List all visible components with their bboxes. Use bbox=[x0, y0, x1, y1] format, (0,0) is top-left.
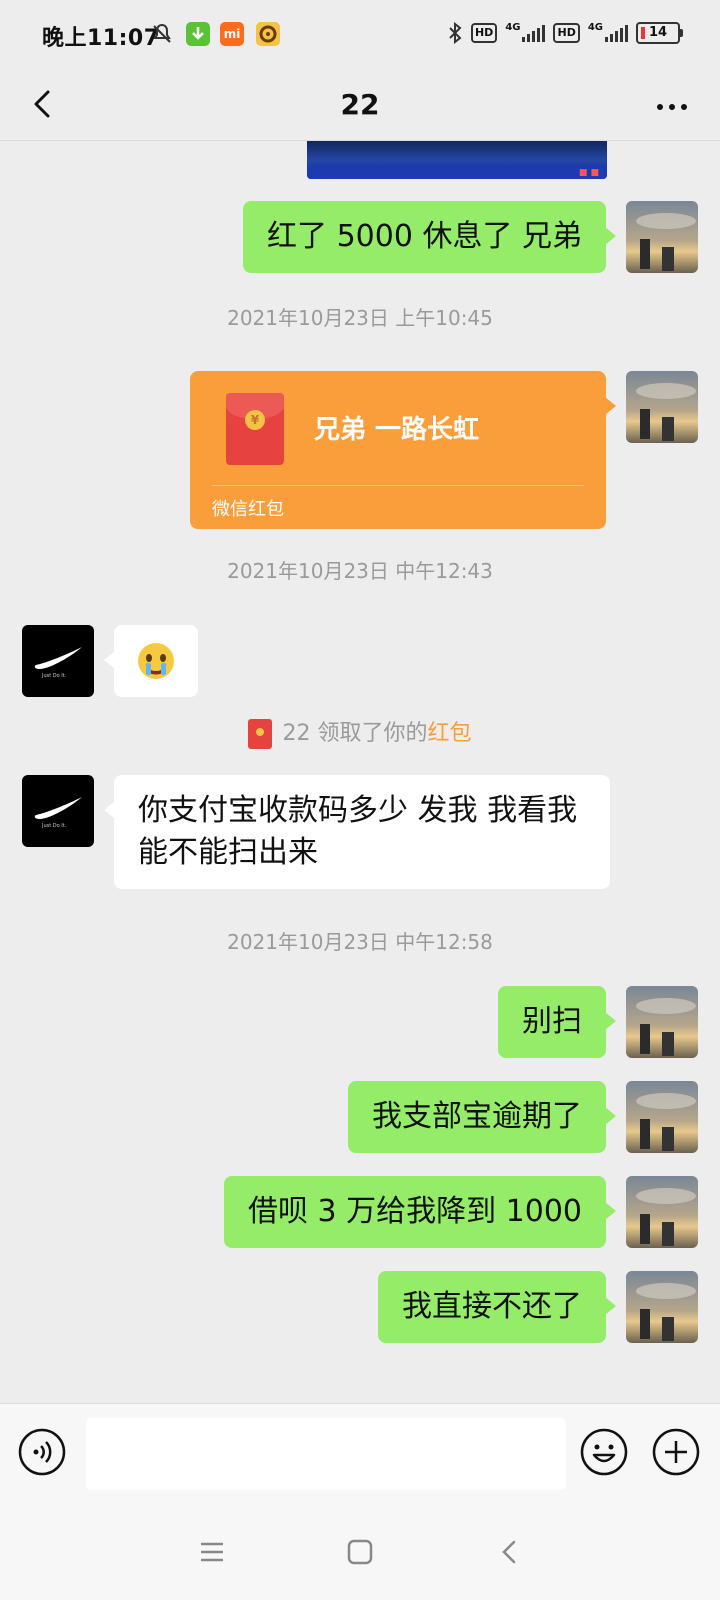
home-icon[interactable] bbox=[340, 1532, 380, 1572]
network-type: 4G bbox=[505, 21, 521, 33]
image-preview-tag: ■ ■ bbox=[578, 168, 599, 178]
message-bubble-me[interactable]: 红了 5000 休息了 兄弟 bbox=[243, 201, 616, 273]
avatar-me-image bbox=[636, 1283, 696, 1341]
timestamp: 2021年10月23日 上午10:45 bbox=[227, 306, 493, 330]
status-bar: 晚上11:07 mi HD 4G HD 4G 14 bbox=[0, 0, 720, 70]
image-preview-stripe bbox=[307, 165, 607, 179]
avatar-me[interactable] bbox=[626, 1271, 698, 1343]
avatar-contact[interactable]: Just Do It. bbox=[22, 625, 94, 697]
battery-indicator: 14 bbox=[636, 22, 683, 44]
red-packet-title: 兄弟 一路长虹 bbox=[314, 415, 480, 445]
crying-emoji-icon bbox=[138, 643, 174, 679]
input-bar bbox=[0, 1403, 720, 1504]
message-bubble-me[interactable]: 别扫 bbox=[498, 986, 616, 1058]
message-bubble-me[interactable]: 我直接不还了 bbox=[378, 1271, 616, 1343]
status-right: HD 4G HD 4G 14 bbox=[447, 21, 683, 44]
emoji-icon[interactable] bbox=[580, 1428, 628, 1476]
status-time: 晚上11:07 bbox=[42, 26, 160, 51]
menu-icon[interactable] bbox=[192, 1532, 232, 1572]
system-message: 22 领取了你的红包 bbox=[0, 715, 720, 749]
download-app-icon bbox=[186, 22, 210, 46]
emoji-message-bubble[interactable] bbox=[104, 625, 198, 697]
signal-icon bbox=[522, 24, 546, 42]
game-app-icon bbox=[256, 22, 280, 46]
avatar-contact[interactable]: Just Do It. bbox=[22, 775, 94, 847]
back-nav-icon[interactable] bbox=[490, 1532, 530, 1572]
avatar-me[interactable] bbox=[626, 201, 698, 273]
voice-icon[interactable] bbox=[18, 1428, 66, 1476]
chat-title: 22 bbox=[340, 88, 380, 121]
bluetooth-icon bbox=[449, 22, 462, 44]
avatar-me-image bbox=[636, 998, 696, 1056]
chat-header: 22 bbox=[0, 70, 720, 141]
nike-swoosh-icon: Just Do It. bbox=[34, 797, 82, 829]
mute-bell-icon bbox=[153, 23, 171, 43]
avatar-me-image bbox=[636, 213, 696, 271]
hd-badge: HD bbox=[470, 23, 498, 43]
red-packet-label: 微信红包 bbox=[212, 499, 284, 520]
timestamp: 2021年10月23日 中午12:58 bbox=[227, 930, 493, 954]
plus-icon[interactable] bbox=[652, 1428, 700, 1476]
nike-swoosh-icon: Just Do It. bbox=[34, 647, 82, 679]
system-message-link[interactable]: 红包 bbox=[427, 721, 471, 746]
image-message-preview[interactable]: ■ ■ bbox=[307, 141, 607, 179]
red-packet-message[interactable]: ¥ 兄弟 一路长虹 微信红包 bbox=[190, 371, 616, 529]
avatar-me[interactable] bbox=[626, 1176, 698, 1248]
chat-messages[interactable]: ■ ■ 红了 5000 休息了 兄弟 2021年10月23日 上午10:45 ¥… bbox=[0, 141, 720, 1403]
svg-text:Just Do It.: Just Do It. bbox=[41, 823, 67, 829]
red-packet-icon: ¥ bbox=[226, 393, 284, 465]
network-type-2: 4G bbox=[587, 21, 603, 33]
avatar-me-image bbox=[636, 1093, 696, 1151]
avatar-me-image bbox=[636, 383, 696, 441]
timestamp: 2021年10月23日 中午12:43 bbox=[227, 559, 493, 583]
system-message-text: 22 领取了你的 bbox=[282, 721, 428, 746]
svg-text:Just Do It.: Just Do It. bbox=[41, 673, 67, 679]
more-icon[interactable] bbox=[652, 92, 692, 122]
red-packet-divider bbox=[212, 485, 584, 486]
mi-app-icon: mi bbox=[220, 22, 244, 46]
avatar-me[interactable] bbox=[626, 371, 698, 443]
signal-icon-2 bbox=[605, 24, 628, 42]
avatar-me[interactable] bbox=[626, 986, 698, 1058]
avatar-me-image bbox=[636, 1188, 696, 1246]
message-bubble-me[interactable]: 借呗 3 万给我降到 1000 bbox=[223, 1176, 617, 1248]
message-bubble-me[interactable]: 我支部宝逾期了 bbox=[348, 1081, 616, 1153]
hd-badge-2: HD bbox=[553, 23, 580, 43]
message-input[interactable] bbox=[86, 1418, 566, 1490]
avatar-me[interactable] bbox=[626, 1081, 698, 1153]
red-packet-small-icon bbox=[248, 719, 273, 749]
system-navigation-bar bbox=[0, 1504, 720, 1600]
message-bubble-contact[interactable]: 你支付宝收款码多少 发我 我看我能不能扫出来 bbox=[104, 775, 610, 889]
